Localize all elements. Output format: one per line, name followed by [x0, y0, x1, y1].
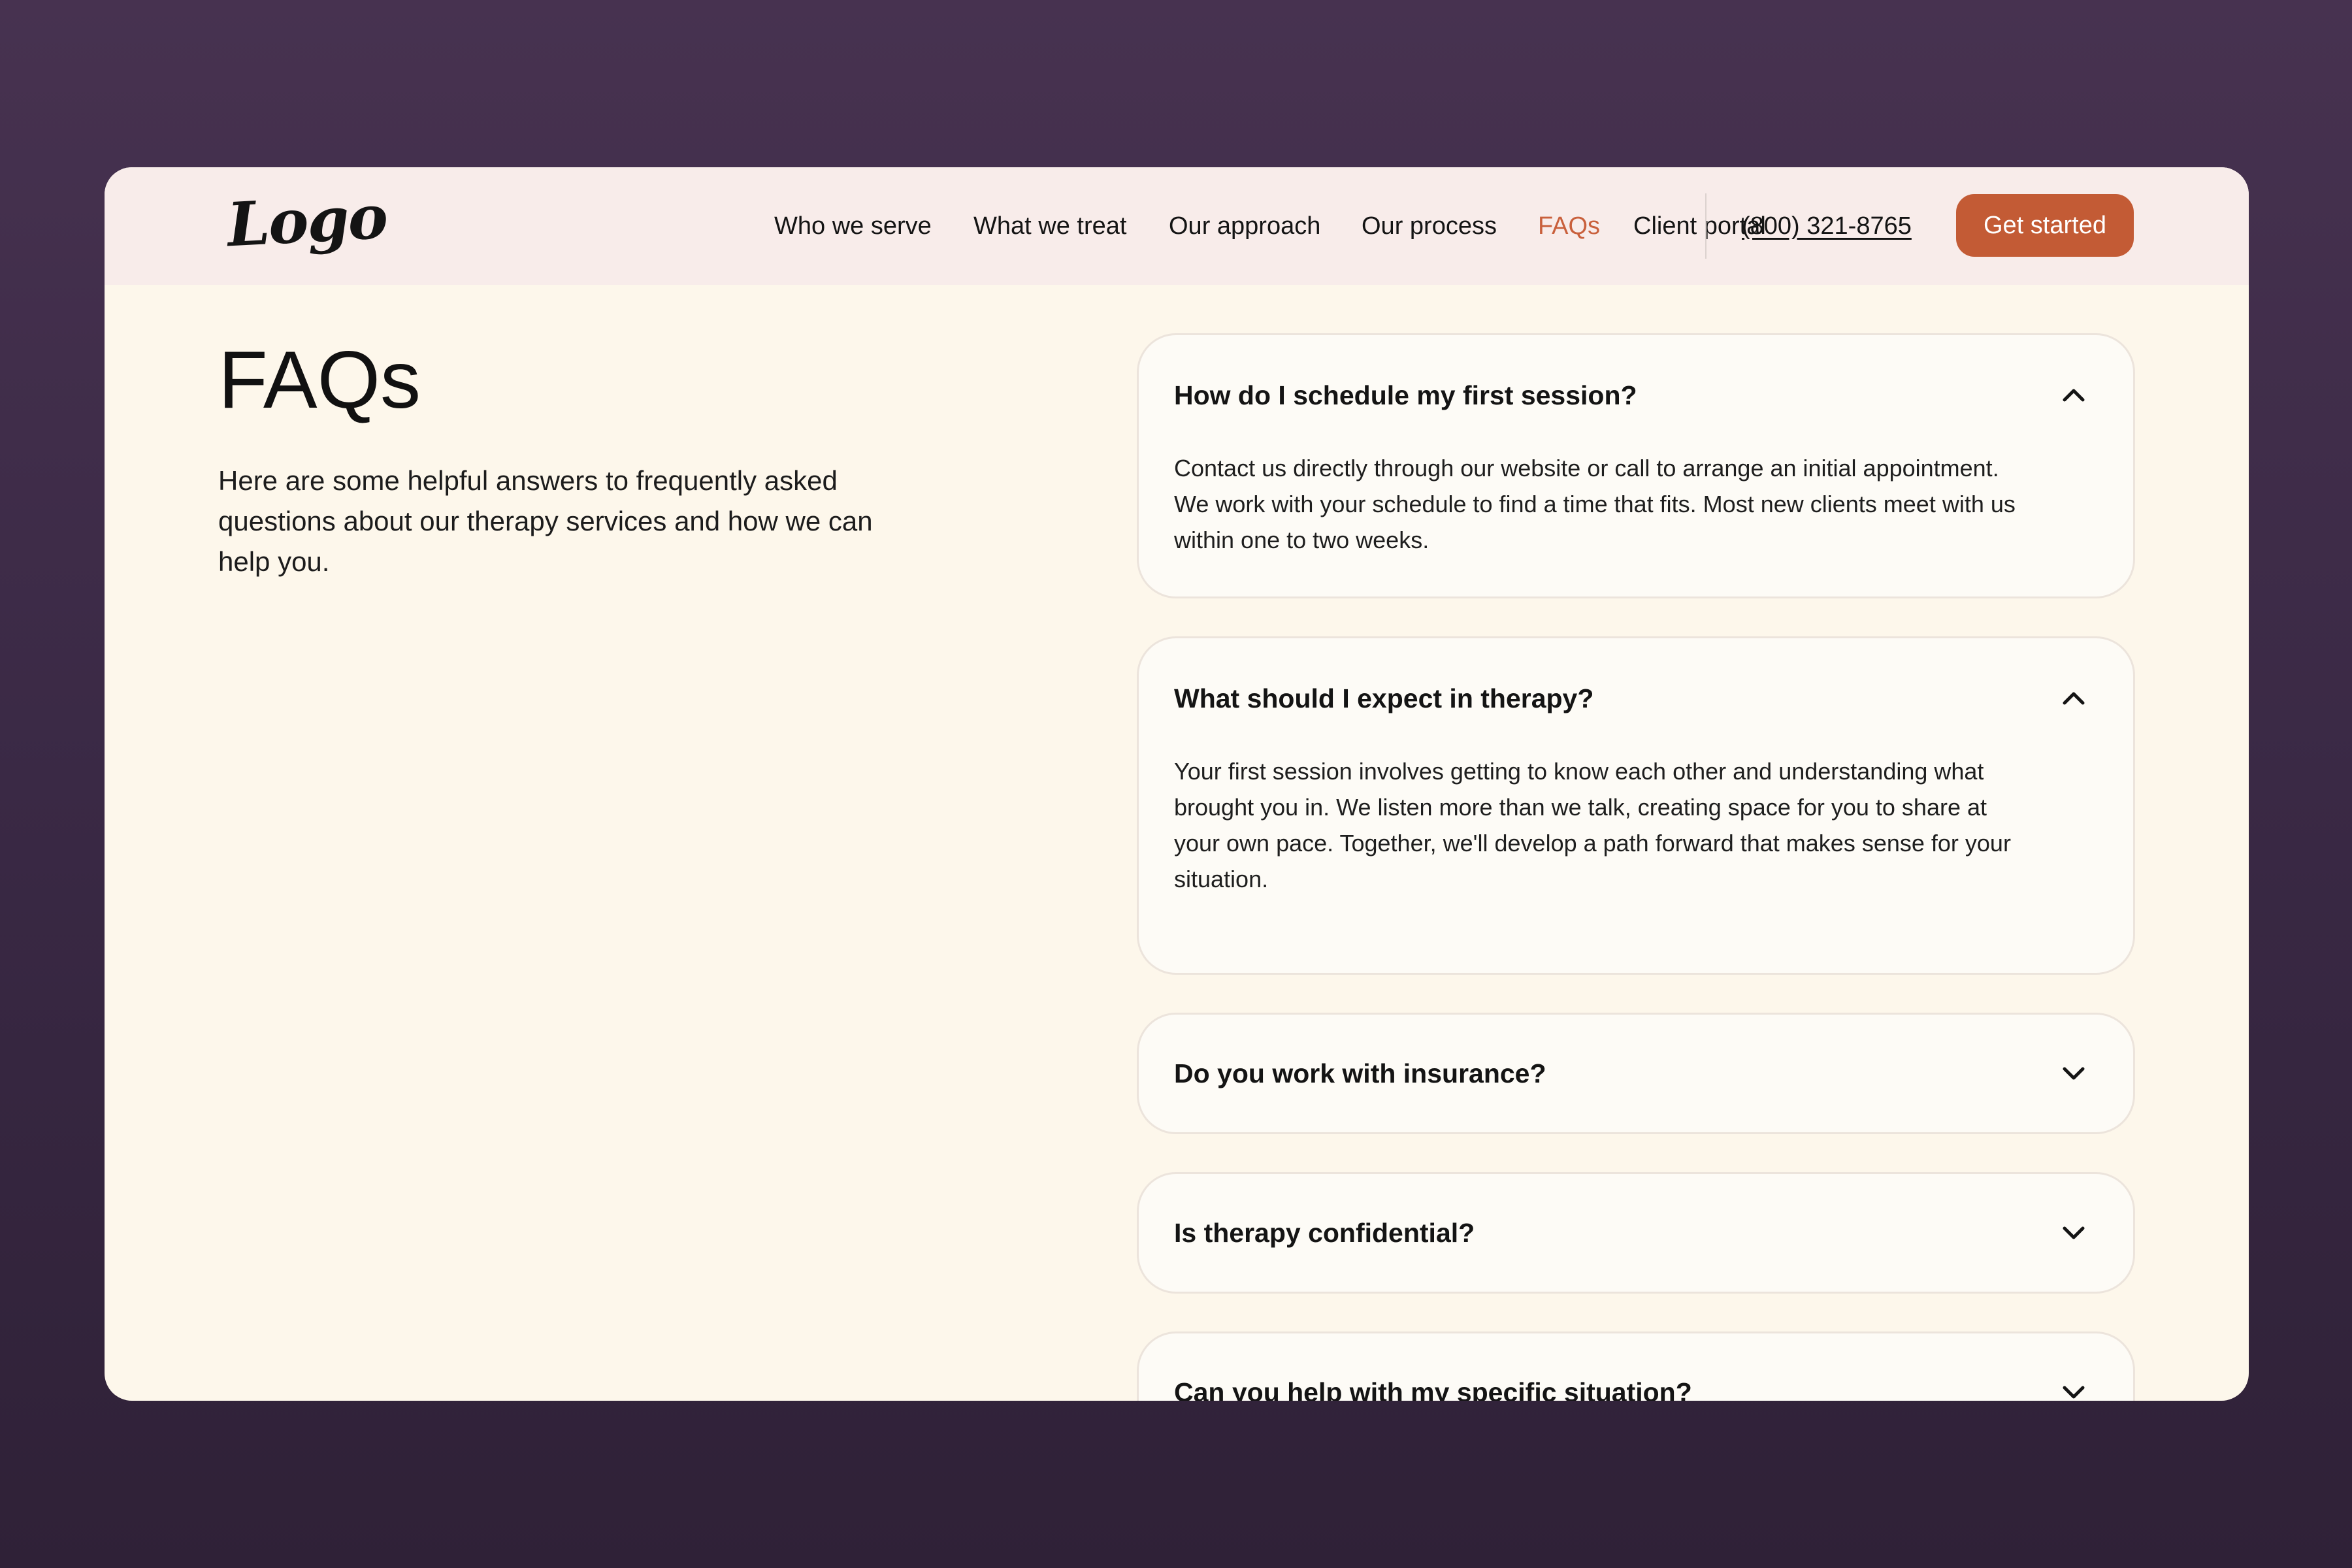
chevron-down-icon[interactable]: [2057, 1057, 2090, 1090]
chevron-up-icon[interactable]: [2057, 682, 2090, 715]
chevron-down-icon[interactable]: [2057, 1217, 2090, 1249]
faq-item-expectations: What should I expect in therapy? Your fi…: [1137, 636, 2135, 975]
site-logo[interactable]: Logo: [225, 182, 388, 261]
faq-question[interactable]: What should I expect in therapy?: [1174, 679, 1593, 718]
faq-question[interactable]: Do you work with insurance?: [1174, 1054, 1546, 1093]
chevron-down-icon[interactable]: [2057, 1376, 2090, 1401]
site-header: Logo Who we serve What we treat Our appr…: [105, 167, 2249, 285]
page-title: FAQs: [218, 335, 421, 425]
faq-question[interactable]: Is therapy confidential?: [1174, 1213, 1475, 1252]
faq-answer: Your first session involves getting to k…: [1174, 758, 2011, 892]
page-intro: Here are some helpful answers to frequen…: [218, 465, 873, 577]
phone-link[interactable]: (800) 321-8765: [1742, 208, 1912, 244]
page-window: Logo Who we serve What we treat Our appr…: [105, 167, 2249, 1401]
nav-link-our-process[interactable]: Our process: [1362, 208, 1497, 244]
nav-link-our-approach[interactable]: Our approach: [1169, 208, 1320, 244]
nav-divider: [1705, 193, 1707, 259]
faq-item-specific-situation[interactable]: Can you help with my specific situation?: [1137, 1331, 2135, 1401]
faq-question[interactable]: How do I schedule my first session?: [1174, 376, 1637, 415]
nav-link-what-we-treat[interactable]: What we treat: [973, 208, 1126, 244]
faq-item-insurance[interactable]: Do you work with insurance?: [1137, 1013, 2135, 1134]
nav-link-who-we-serve[interactable]: Who we serve: [774, 208, 932, 244]
faq-item-confidential[interactable]: Is therapy confidential?: [1137, 1172, 2135, 1294]
faq-question[interactable]: Can you help with my specific situation?: [1174, 1373, 1692, 1401]
faq-item-schedule: How do I schedule my first session? Cont…: [1137, 333, 2135, 598]
faq-answer: Contact us directly through our website …: [1174, 455, 2016, 553]
get-started-button[interactable]: Get started: [1956, 194, 2134, 257]
chevron-up-icon[interactable]: [2057, 379, 2090, 412]
nav-link-faqs[interactable]: FAQs: [1538, 208, 1600, 244]
